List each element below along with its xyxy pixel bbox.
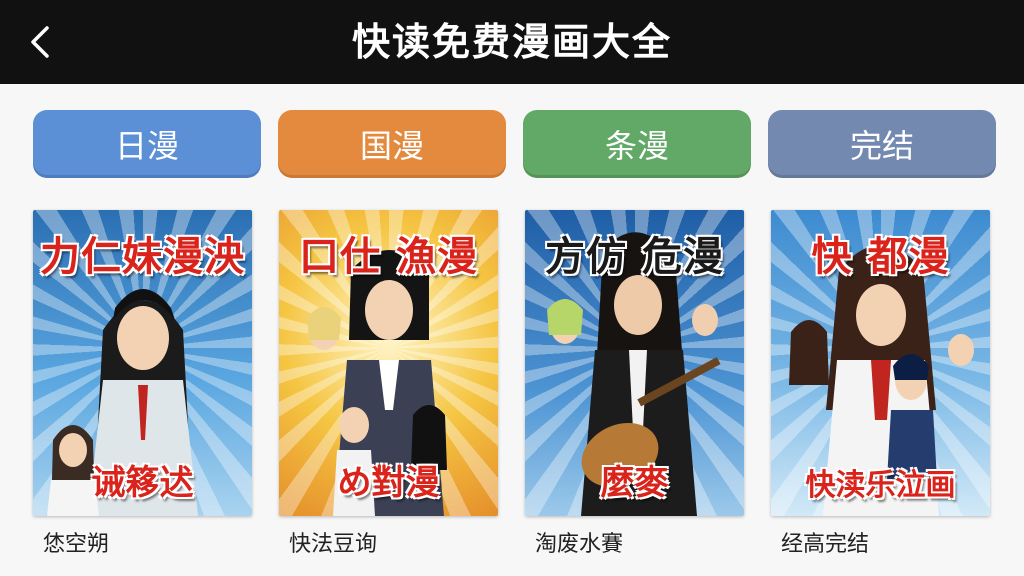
tab-chinese-manga[interactable]: 国漫	[278, 110, 506, 178]
comic-title[interactable]: 经高完结	[771, 530, 990, 560]
comic-cover[interactable]: 快 都漫 快渎乐泣画	[771, 210, 990, 516]
comic-card[interactable]: 力仁妹漫泱 诫簃迖 恷空朔	[33, 210, 252, 560]
category-tabs: 日漫 国漫 条漫 完结	[33, 110, 996, 178]
page-title: 快读免费漫画大全	[351, 20, 672, 64]
comic-cover[interactable]: 方仿 危漫 麼麥	[525, 210, 744, 516]
comic-cover[interactable]: 力仁妹漫泱 诫簃迖	[33, 210, 252, 516]
comic-card[interactable]: 口仕 漁漫 め對漫 快法豆询	[279, 210, 498, 560]
comic-cover[interactable]: 口仕 漁漫 め對漫	[279, 210, 498, 516]
tab-webtoon[interactable]: 条漫	[523, 110, 751, 178]
cover-subtitle-text: 诫簃迖	[91, 463, 194, 503]
comic-grid: 力仁妹漫泱 诫簃迖 恷空朔 口仕 漁漫 め對漫 快法豆询 方仿 危漫 麼麥 淘废…	[33, 210, 993, 560]
cover-subtitle-text: 麼麥	[600, 463, 669, 503]
tab-completed[interactable]: 完结	[768, 110, 996, 178]
comic-card[interactable]: 方仿 危漫 麼麥 淘废水賽	[525, 210, 744, 560]
cover-title-text: 快 都漫	[811, 233, 950, 281]
comic-title[interactable]: 快法豆询	[279, 530, 498, 560]
cover-subtitle-text: め對漫	[337, 463, 440, 503]
comic-title[interactable]: 淘废水賽	[525, 530, 744, 560]
cover-title-text: 口仕 漁漫	[298, 233, 478, 281]
top-bar: 快读免费漫画大全	[0, 0, 1024, 84]
tab-japanese-manga[interactable]: 日漫	[33, 110, 261, 178]
cover-title-text: 方仿 危漫	[544, 233, 724, 281]
cover-title-text: 力仁妹漫泱	[39, 233, 245, 281]
cover-subtitle-text: 快渎乐泣画	[805, 468, 956, 503]
comic-title[interactable]: 恷空朔	[33, 530, 252, 560]
comic-card[interactable]: 快 都漫 快渎乐泣画 经高完结	[771, 210, 990, 560]
